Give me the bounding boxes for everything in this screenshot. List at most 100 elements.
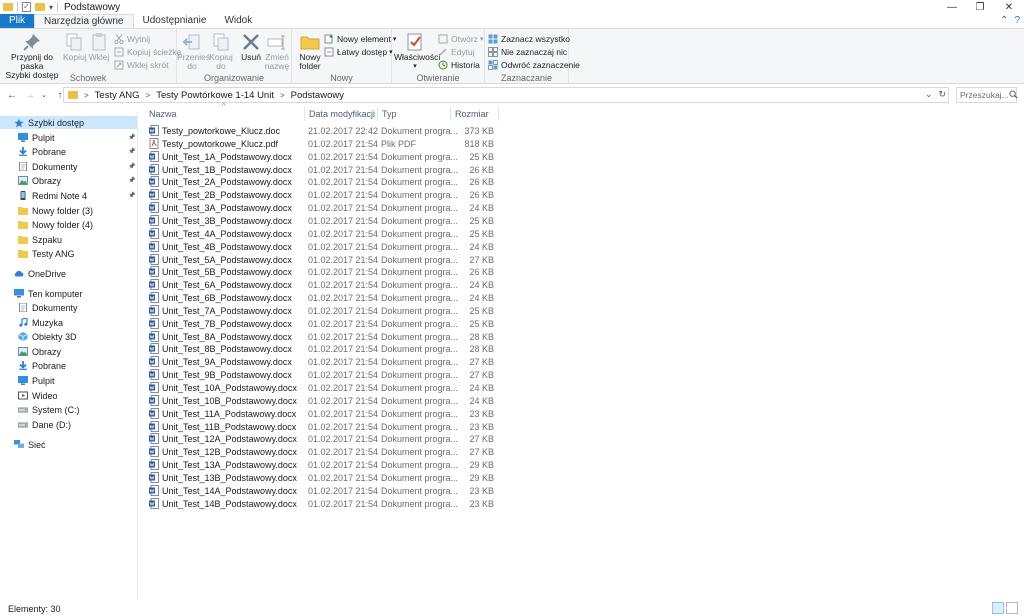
details-view-button[interactable] (992, 602, 1004, 614)
paste-button[interactable]: Wklej (88, 32, 110, 62)
copy-button[interactable]: Kopiuj (63, 32, 87, 62)
nav-item[interactable]: Wideo (0, 389, 137, 402)
file-row[interactable]: Unit_Test_6B_Podstawowy.docx 01.02.2017 2… (145, 292, 500, 305)
file-row[interactable]: Unit_Test_2B_Podstawowy.docx 01.02.2017 2… (145, 189, 500, 202)
nav-item[interactable]: Nowy folder (3) (0, 204, 137, 217)
select-all-button[interactable]: Zaznacz wszystko (488, 33, 570, 45)
file-row[interactable]: Unit_Test_3B_Podstawowy.docx 01.02.2017 2… (145, 214, 500, 228)
rename-button[interactable]: Zmień nazwę (263, 32, 291, 71)
file-row[interactable]: Unit_Test_3A_Podstawowy.docx 01.02.2017 2… (145, 202, 500, 215)
tab-share[interactable]: Udostępnianie (134, 14, 216, 28)
file-row[interactable]: Unit_Test_9A_Podstawowy.docx 01.02.2017 2… (145, 356, 500, 369)
pinned-icon[interactable]: 📌 (128, 163, 135, 170)
move-to-button[interactable]: Przenieś do (177, 32, 210, 71)
address-bar[interactable]: > Testy ANG > Testy Powtórkowe 1-14 Unit… (63, 87, 949, 103)
file-row[interactable]: Unit_Test_12B_Podstawowy.docx 01.02.2017 … (145, 446, 500, 459)
new-item-button[interactable]: Nowy element ▾ (324, 33, 396, 45)
file-row[interactable]: Unit_Test_4B_Podstawowy.docx 01.02.2017 2… (145, 240, 500, 254)
nav-item[interactable]: System (C:) (0, 403, 137, 416)
file-row[interactable]: Unit_Test_13A_Podstawowy.docx 01.02.2017 … (145, 459, 500, 472)
nav-item[interactable]: Pulpit 📌 (0, 131, 137, 144)
large-icons-view-button[interactable] (1006, 602, 1018, 614)
invert-selection-button[interactable]: Odwróć zaznaczenie (488, 59, 580, 71)
new-folder-button[interactable]: Nowy folder (296, 32, 324, 71)
file-row[interactable]: Unit_Test_13B_Podstawowy.docx 01.02.2017 … (145, 471, 500, 485)
pinned-icon[interactable]: 📌 (128, 148, 135, 155)
file-row[interactable]: Unit_Test_2A_Podstawowy.docx 01.02.2017 2… (145, 176, 500, 189)
file-row[interactable]: Unit_Test_14B_Podstawowy.docx 01.02.2017 … (145, 497, 500, 511)
pinned-icon[interactable]: 📌 (128, 134, 135, 141)
nav-item[interactable]: Ten komputer (0, 287, 137, 300)
file-row[interactable]: Unit_Test_8B_Podstawowy.docx 01.02.2017 2… (145, 343, 500, 356)
file-row[interactable]: Unit_Test_7A_Podstawowy.docx 01.02.2017 2… (145, 304, 500, 318)
nav-item[interactable]: Nowy folder (4) (0, 218, 137, 231)
breadcrumb-item[interactable]: Testy Powtórkowe 1-14 Unit (156, 90, 274, 101)
nav-item[interactable]: Pobrane 📌 (0, 145, 137, 158)
file-row[interactable]: Unit_Test_9B_Podstawowy.docx 01.02.2017 2… (145, 369, 500, 382)
nav-item[interactable]: Obrazy (0, 345, 137, 358)
file-row[interactable]: Unit_Test_11B_Podstawowy.docx 01.02.2017 … (145, 420, 500, 434)
delete-button[interactable]: Usuń (239, 32, 263, 62)
nav-item[interactable]: Szybki dostęp (0, 116, 137, 129)
refresh-icon[interactable]: ↻ (938, 89, 946, 100)
file-row[interactable]: Unit_Test_8A_Podstawowy.docx 01.02.2017 2… (145, 330, 500, 344)
forward-button[interactable]: → (23, 90, 37, 101)
file-row[interactable]: Unit_Test_4A_Podstawowy.docx 01.02.2017 2… (145, 227, 500, 241)
easy-access-button[interactable]: Łatwy dostęp ▾ (324, 46, 393, 58)
file-row[interactable]: Unit_Test_10A_Podstawowy.docx 01.02.2017 … (145, 382, 500, 395)
column-header-size[interactable]: Rozmiar (451, 107, 499, 121)
file-row[interactable]: Testy_powtorkowe_Klucz.doc 21.02.2017 22:… (145, 125, 500, 138)
file-row[interactable]: Unit_Test_10B_Podstawowy.docx 01.02.2017 … (145, 394, 500, 408)
breadcrumb-item[interactable]: Podstawowy (291, 90, 344, 101)
select-none-button[interactable]: Nie zaznaczaj nic (488, 46, 567, 58)
properties-button[interactable]: Właściwości ▾ (394, 32, 440, 71)
paste-shortcut-button[interactable]: Wklej skrót (114, 59, 169, 71)
properties-quick-icon[interactable]: ✓ (22, 2, 31, 12)
help-icon[interactable]: ? (1014, 15, 1020, 26)
nav-item[interactable]: Dokumenty (0, 301, 137, 314)
file-row[interactable]: Unit_Test_5B_Podstawowy.docx 01.02.2017 2… (145, 266, 500, 279)
nav-item[interactable]: Sieć (0, 438, 137, 451)
file-row[interactable]: Unit_Test_1B_Podstawowy.docx 01.02.2017 2… (145, 163, 500, 177)
nav-item[interactable]: Dokumenty 📌 (0, 160, 137, 173)
pinned-icon[interactable]: 📌 (128, 192, 135, 199)
breadcrumb-item[interactable]: Testy ANG (95, 90, 140, 101)
tab-home[interactable]: Narzędzia główne (34, 14, 134, 28)
file-row[interactable]: Unit_Test_5A_Podstawowy.docx 01.02.2017 2… (145, 253, 500, 267)
file-row[interactable]: Unit_Test_7B_Podstawowy.docx 01.02.2017 2… (145, 317, 500, 331)
tab-file[interactable]: Plik (0, 14, 34, 28)
nav-item[interactable]: Testy ANG (0, 247, 137, 260)
nav-item[interactable]: Szpaku (0, 233, 137, 246)
close-button[interactable]: ✕ (995, 0, 1023, 14)
copy-to-button[interactable]: Kopiuj do (207, 32, 235, 71)
back-button[interactable]: ← (5, 90, 19, 101)
nav-item[interactable]: Pobrane (0, 359, 137, 372)
open-button[interactable]: Otwórz ▾ (438, 33, 483, 45)
nav-item[interactable]: Pulpit (0, 374, 137, 387)
restore-button[interactable]: ❐ (966, 0, 994, 14)
file-row[interactable]: Testy_powtorkowe_Klucz.pdf 01.02.2017 21:… (145, 137, 500, 151)
nav-item[interactable]: Dane (D:) (0, 418, 137, 431)
nav-item[interactable]: Muzyka (0, 316, 137, 329)
pinned-icon[interactable]: 📌 (128, 177, 135, 184)
nav-item[interactable]: Redmi Note 4 📌 (0, 189, 137, 202)
customize-toolbar-icon[interactable]: ▾ (49, 3, 53, 12)
tab-view[interactable]: Widok (215, 14, 261, 28)
nav-item[interactable]: Obiekty 3D (0, 330, 137, 343)
nav-item[interactable]: Obrazy 📌 (0, 174, 137, 187)
edit-button[interactable]: Edytuj (438, 46, 475, 58)
column-header-type[interactable]: Typ (378, 107, 451, 121)
copy-path-button[interactable]: Kopiuj ścieżkę (114, 46, 181, 58)
collapse-ribbon-icon[interactable]: ⌃ (1000, 15, 1008, 26)
column-header-date[interactable]: Data modyfikacji (305, 107, 378, 121)
file-row[interactable]: Unit_Test_1A_Podstawowy.docx 01.02.2017 2… (145, 150, 500, 164)
file-row[interactable]: Unit_Test_14A_Podstawowy.docx 01.02.2017 … (145, 484, 500, 498)
search-box[interactable]: Przeszukaj... (956, 87, 1018, 103)
recent-locations-icon[interactable]: ⌄ (37, 91, 51, 99)
new-folder-quick-icon[interactable] (35, 2, 45, 12)
file-row[interactable]: Unit_Test_6A_Podstawowy.docx 01.02.2017 2… (145, 279, 500, 292)
history-button[interactable]: Historia (438, 59, 480, 71)
nav-item[interactable]: OneDrive (0, 267, 137, 280)
address-dropdown-icon[interactable]: ⌄ (925, 89, 933, 100)
minimize-button[interactable]: — (938, 0, 966, 14)
